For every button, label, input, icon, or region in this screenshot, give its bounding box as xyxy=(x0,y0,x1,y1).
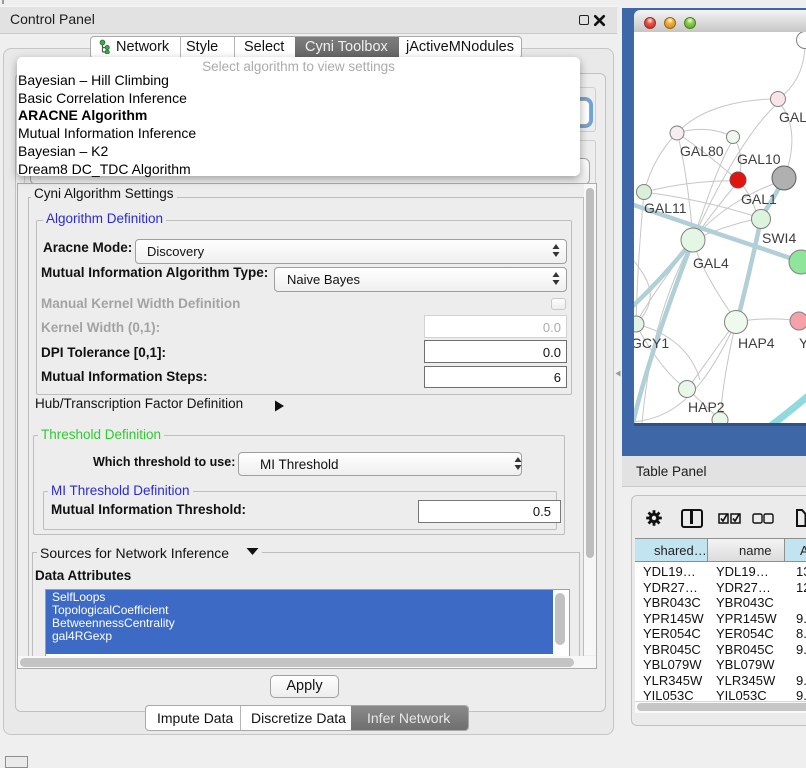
svg-text:SWI4: SWI4 xyxy=(762,230,796,246)
svg-text:GAL4: GAL4 xyxy=(693,255,729,271)
svg-text:GAL1: GAL1 xyxy=(741,191,777,207)
svg-text:GAL7: GAL7 xyxy=(779,109,806,125)
svg-text:GCY1: GCY1 xyxy=(634,335,669,351)
svg-text:HAP2: HAP2 xyxy=(688,399,725,415)
svg-text:HAP4: HAP4 xyxy=(738,335,775,351)
svg-text:GAL11: GAL11 xyxy=(644,200,687,216)
svg-text:GAL10: GAL10 xyxy=(737,151,781,167)
svg-text:GAL80: GAL80 xyxy=(680,143,724,159)
svg-text:Y: Y xyxy=(799,335,806,351)
